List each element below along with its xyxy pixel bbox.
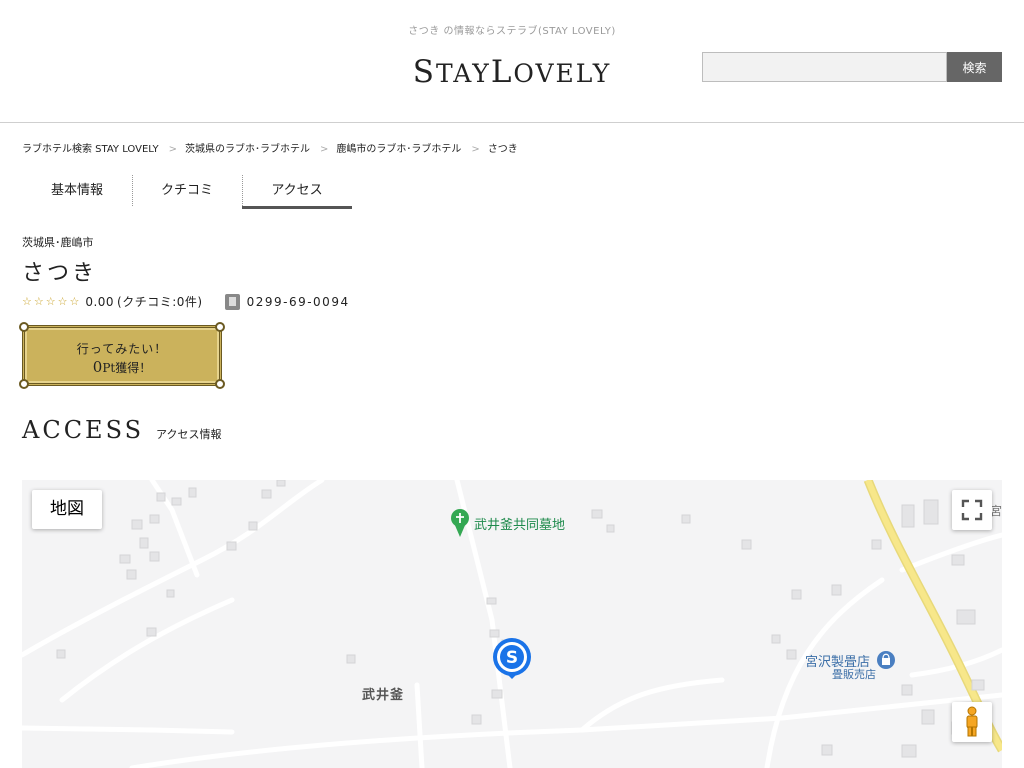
- search-input[interactable]: [702, 52, 947, 82]
- tab-reviews[interactable]: クチコミ: [132, 172, 242, 209]
- site-header: さつき の情報ならステラブ(STAY LOVELY) STAYLOVELY 検索: [0, 0, 1024, 123]
- phone-number[interactable]: 0299-69-0094: [247, 295, 350, 309]
- ornament-icon: [215, 379, 225, 389]
- hotel-name: さつき: [22, 261, 98, 286]
- hotel-location: 茨城県･鹿嶋市: [22, 236, 94, 249]
- access-title-ja: アクセス情報: [156, 428, 222, 441]
- points-unit: Pt: [102, 361, 116, 375]
- want-to-go-label: 行ってみたい！: [76, 342, 168, 356]
- rating-row: ☆☆☆☆☆ 0.00 (クチコミ:0件) 0299-69-0094: [22, 293, 350, 310]
- hotel-tabs: 基本情報 クチコミ アクセス: [22, 172, 352, 209]
- access-heading: ACCESS アクセス情報: [22, 416, 222, 444]
- tab-access[interactable]: アクセス: [242, 172, 352, 209]
- breadcrumb-link-home[interactable]: ラブホテル検索 STAY LOVELY: [22, 144, 159, 155]
- svg-text:S: S: [506, 648, 518, 668]
- pegman-glyph: [966, 706, 978, 737]
- points-earned-label: 0Pt獲得！: [25, 358, 219, 376]
- star-rating-icon: ☆☆☆☆☆: [22, 295, 82, 308]
- road: [129, 692, 1002, 768]
- review-count[interactable]: (クチコミ:0件): [117, 293, 203, 310]
- map-label-shop-category: 畳販売店: [832, 668, 876, 681]
- road: [22, 725, 235, 735]
- google-map[interactable]: S 武井釜共同墓地 武井釜 宮沢製畳店 畳販売店 宮 地図: [22, 480, 1002, 768]
- map-label-cemetery: 武井釜共同墓地: [474, 518, 566, 533]
- ornament-icon: [215, 322, 225, 332]
- road: [414, 682, 425, 768]
- points-value: 0: [92, 358, 103, 376]
- map-type-button[interactable]: 地図: [32, 490, 102, 529]
- logo-letters-ovely: OVELY: [513, 59, 612, 88]
- logo-letter-s: S: [412, 54, 436, 90]
- access-title-en: ACCESS: [22, 416, 145, 444]
- breadcrumb: ラブホテル検索 STAY LOVELY > 茨城県のラブホ･ラブホテル > 鹿嶋市のラブ…: [22, 140, 518, 155]
- breadcrumb-separator: >: [168, 144, 178, 155]
- breadcrumb-separator: >: [471, 144, 480, 155]
- breadcrumb-separator: >: [320, 144, 329, 155]
- phone-icon: [224, 293, 240, 310]
- search-button[interactable]: 検索: [947, 52, 1002, 82]
- shopping-bag-icon[interactable]: [877, 651, 895, 669]
- map-label-village: 武井釜: [362, 688, 405, 703]
- site-tagline: さつき の情報ならステラブ(STAY LOVELY): [408, 26, 616, 37]
- breadcrumb-link-city[interactable]: 鹿嶋市のラブホ･ラブホテル: [336, 144, 461, 155]
- rating-score: 0.00: [85, 294, 115, 309]
- want-to-go-button[interactable]: 行ってみたい！ 0Pt獲得！: [19, 322, 225, 389]
- fullscreen-icon[interactable]: [952, 490, 992, 530]
- road: [59, 597, 235, 703]
- tab-basic-info[interactable]: 基本情報: [22, 172, 132, 209]
- pegman-icon[interactable]: [952, 702, 992, 742]
- cemetery-pin-icon[interactable]: [451, 509, 469, 537]
- breadcrumb-link-prefecture[interactable]: 茨城県のラブホ･ラブホテル: [185, 144, 310, 155]
- fullscreen-glyph: [961, 499, 983, 521]
- logo-letter-l: L: [490, 54, 514, 90]
- points-suffix: 獲得！: [115, 361, 152, 375]
- ornament-icon: [19, 322, 29, 332]
- logo-letters-tay: TAY: [435, 59, 491, 88]
- ornament-icon: [19, 379, 29, 389]
- breadcrumb-current: さつき: [487, 144, 518, 155]
